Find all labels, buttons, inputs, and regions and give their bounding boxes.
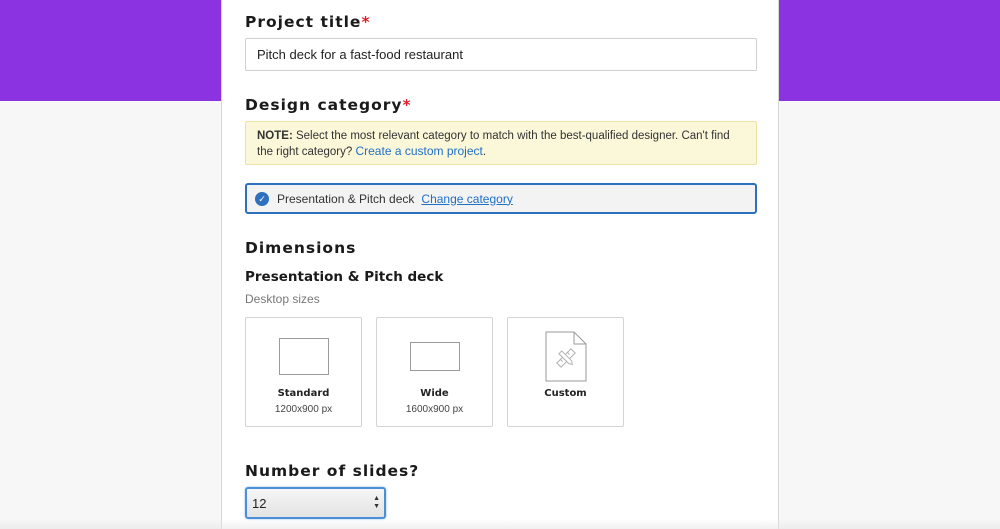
selected-value: 12 (252, 496, 267, 511)
dimensions-category-heading: Presentation & Pitch deck (245, 269, 444, 285)
size-option-custom[interactable]: Custom (507, 317, 624, 427)
size-option-name: Custom (544, 388, 587, 399)
form-card: Project title* Design category* NOTE: Se… (221, 0, 779, 529)
number-of-slides-label: Number of slides? (245, 462, 420, 480)
number-of-slides-select[interactable]: 12 ▲ ▼ (245, 487, 386, 519)
create-custom-project-link[interactable]: Create a custom project (355, 144, 482, 158)
size-option-standard[interactable]: Standard 1200x900 px (245, 317, 362, 427)
checkmark-icon: ✓ (255, 191, 269, 206)
custom-document-icon (545, 331, 587, 382)
size-option-wide[interactable]: Wide 1600x900 px (376, 317, 493, 427)
selected-category: ✓ Presentation & Pitch deck Change categ… (245, 183, 757, 214)
required-mark: * (361, 13, 371, 31)
design-category-label: Design category* (245, 96, 412, 114)
size-option-name: Wide (420, 388, 449, 399)
standard-rectangle-icon (279, 338, 329, 375)
project-title-input[interactable] (245, 38, 757, 71)
size-option-dims: 1600x900 px (405, 404, 464, 415)
note-suffix: . (482, 146, 487, 158)
change-category-link[interactable]: Change category (421, 192, 512, 206)
size-option-dims: 1200x900 px (274, 404, 333, 415)
select-arrows-icon: ▲ ▼ (373, 495, 380, 510)
note-prefix: NOTE: (257, 130, 293, 142)
desktop-sizes-label: Desktop sizes (245, 292, 320, 306)
wide-rectangle-icon (410, 342, 460, 371)
required-mark: * (402, 96, 412, 114)
category-note: NOTE: Select the most relevant category … (245, 121, 757, 165)
dimensions-label: Dimensions (245, 239, 357, 257)
size-option-name: Standard (277, 388, 330, 399)
note-text: Select the most relevant category to mat… (257, 130, 730, 158)
project-title-label: Project title* (245, 13, 371, 31)
selected-category-label: Presentation & Pitch deck (277, 191, 415, 206)
